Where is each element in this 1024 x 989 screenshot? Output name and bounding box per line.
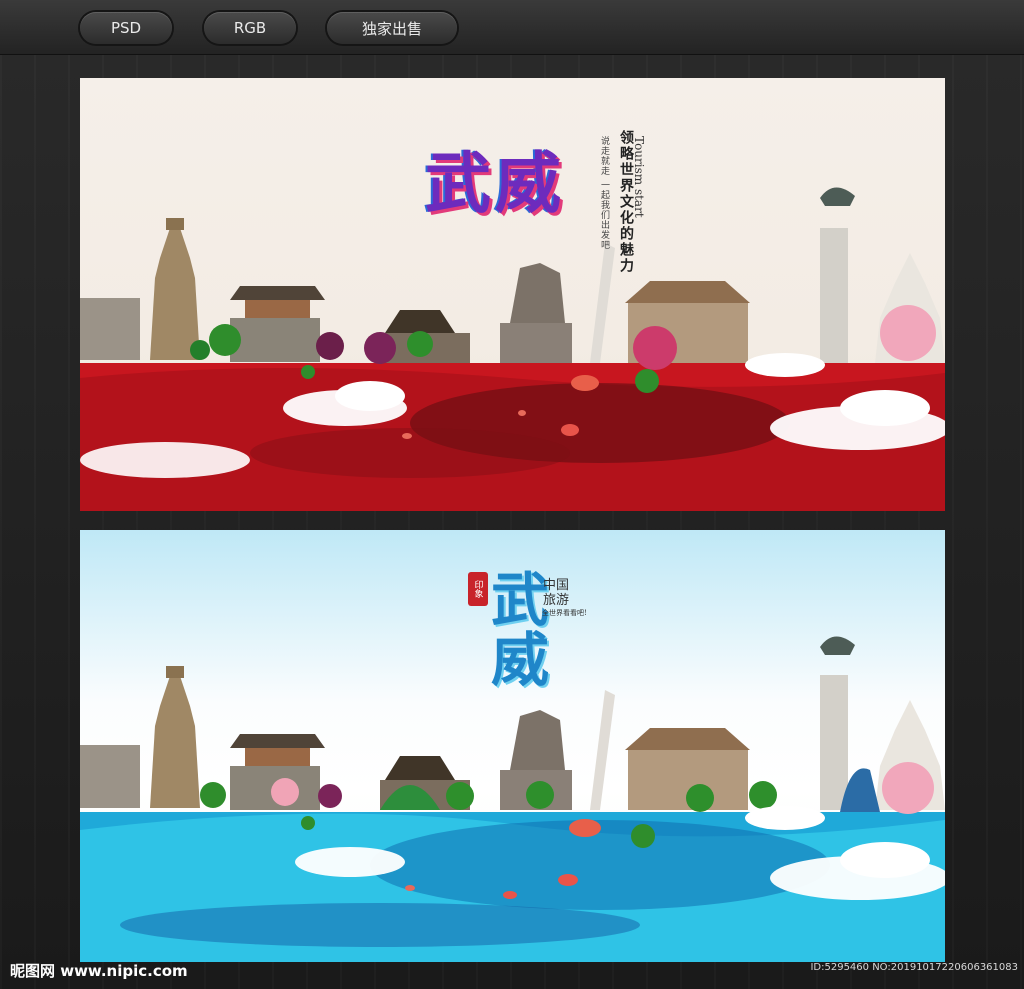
poster-top-side-small: 说走就走 一起我们出发吧: [599, 136, 609, 250]
poster-bottom-china-line2: 旅游: [543, 593, 570, 608]
poster-top-title: 武威: [425, 144, 565, 222]
poster-top[interactable]: 武威 领略世界文化的魅力 Tourism start 说走就走 一起我们出发吧: [80, 78, 945, 511]
poster-top-subtitle-en: Tourism start: [632, 136, 646, 218]
watermark-site: 昵图网 www.nipic.com: [10, 962, 188, 980]
poster-bottom-china-line1: 中国: [543, 578, 570, 593]
poster-bottom-title-line2: 威: [490, 626, 549, 694]
rgb-button[interactable]: RGB: [204, 12, 296, 44]
page: PSD RGB 独家出售 武威 领略世界文化的魅力 Tourism start …: [0, 0, 1024, 989]
poster-bottom[interactable]: 印象 武 威 中国 旅游 全世界看看吧!: [80, 530, 945, 962]
toolbar: PSD RGB 独家出售: [0, 0, 1024, 55]
poster-bottom-tag: 全世界看看吧!: [542, 609, 587, 617]
poster-bottom-china-text: 中国 旅游: [543, 578, 569, 608]
watermark-id: ID:5295460 NO:20191017220606361083: [810, 962, 1018, 973]
psd-button[interactable]: PSD: [80, 12, 172, 44]
exclusive-sale-button[interactable]: 独家出售: [327, 12, 457, 44]
